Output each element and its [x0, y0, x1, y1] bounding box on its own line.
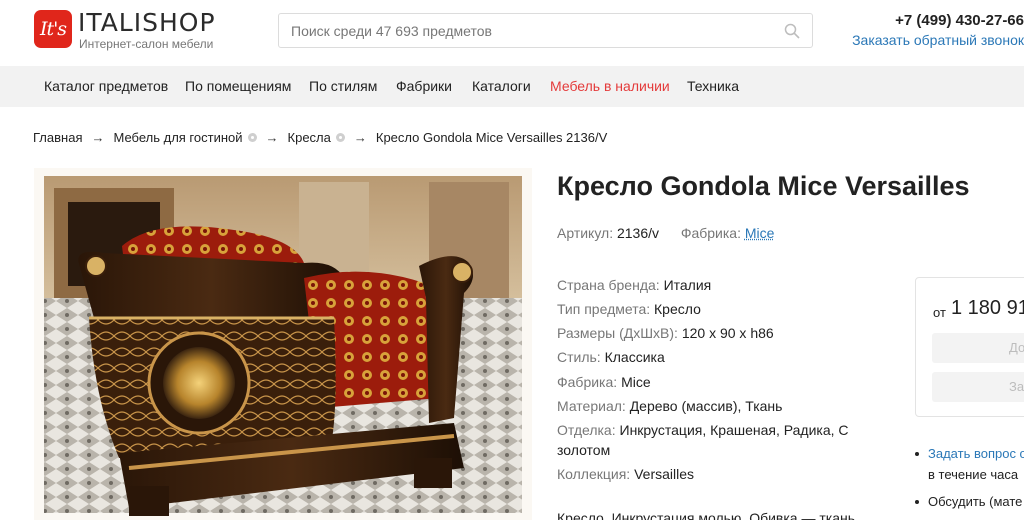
bullet-icon	[915, 500, 919, 504]
property-key: Размеры (ДхШхВ):	[557, 325, 678, 341]
product-image[interactable]	[34, 168, 532, 520]
article-value: 2136/v	[617, 225, 659, 241]
breadcrumb-living-room[interactable]: Мебель для гостиной	[113, 130, 242, 145]
property-row: Отделка: Инкрустация, Крашеная, Радика, …	[557, 422, 849, 438]
property-key: Стиль:	[557, 349, 601, 365]
search-icon[interactable]	[784, 23, 800, 39]
logo-mark[interactable]: It's	[34, 10, 72, 48]
order-button[interactable]: Заказать	[932, 372, 1024, 402]
property-row: Страна бренда: Италия	[557, 277, 711, 293]
property-value: Кресло	[654, 301, 701, 317]
phone-number[interactable]: +7 (499) 430-27-66	[895, 12, 1024, 29]
price-value: 1 180 910	[951, 297, 1024, 320]
nav-item-catalog[interactable]: Каталог предметов	[44, 78, 168, 94]
breadcrumb-separator: →	[266, 130, 279, 145]
product-description: Кресло. Инкрустация молью. Обивка — ткан…	[557, 510, 855, 520]
chevron-down-icon[interactable]	[336, 133, 345, 142]
property-key: Фабрика:	[557, 374, 617, 390]
nav-item-catalogs[interactable]: Каталоги	[472, 78, 531, 94]
nav-item-rooms[interactable]: По помещениям	[185, 78, 291, 94]
ask-question-link[interactable]: Задать вопрос о	[928, 446, 1024, 461]
property-row: Материал: Дерево (массив), Ткань	[557, 398, 782, 414]
factory-label: Фабрика:	[681, 225, 741, 241]
logo-subtitle: Интернет-салон мебели	[79, 37, 213, 51]
property-row: Тип предмета: Кресло	[557, 301, 701, 317]
price-from-label: от	[933, 305, 946, 320]
breadcrumb: Главная → Мебель для гостиной → Кресла →…	[33, 130, 607, 145]
property-value-continued: золотом	[557, 442, 610, 458]
breadcrumb-home[interactable]: Главная	[33, 130, 82, 145]
property-value: 120 x 90 x h86	[682, 325, 774, 341]
property-value: золотом	[557, 442, 610, 458]
property-key: Страна бренда:	[557, 277, 660, 293]
property-key: Коллекция:	[557, 466, 630, 482]
property-row: Размеры (ДхШхВ): 120 x 90 x h86	[557, 325, 774, 341]
site-header: It's ITALISHOP Интернет-салон мебели +7 …	[0, 0, 1024, 66]
price-box: от 1 180 910 Добавить Заказать	[915, 277, 1024, 417]
property-row: Коллекция: Versailles	[557, 466, 694, 482]
discuss-link[interactable]: Обсудить (мате	[928, 494, 1022, 509]
page-title: Кресло Gondola Mice Versailles	[557, 171, 970, 202]
property-value: Дерево (массив), Ткань	[630, 398, 783, 414]
article-label: Артикул:	[557, 225, 613, 241]
logo-name[interactable]: ITALISHOP	[78, 8, 216, 37]
ask-question-note: в течение часа	[928, 467, 1018, 482]
armchair-image	[34, 168, 532, 520]
nav-item-appliances[interactable]: Техника	[687, 78, 739, 94]
property-row: Фабрика: Mice	[557, 374, 651, 390]
breadcrumb-armchairs[interactable]: Кресла	[288, 130, 331, 145]
property-value: Mice	[621, 374, 651, 390]
breadcrumb-separator: →	[91, 130, 104, 145]
bullet-icon	[915, 452, 919, 456]
property-key: Материал:	[557, 398, 626, 414]
search-input[interactable]	[291, 14, 771, 47]
search-box	[278, 13, 813, 48]
property-value: Инкрустация, Крашеная, Радика, С	[620, 422, 849, 438]
property-row: Стиль: Классика	[557, 349, 665, 365]
property-value: Versailles	[634, 466, 694, 482]
property-key: Тип предмета:	[557, 301, 650, 317]
property-value: Италия	[664, 277, 712, 293]
chevron-down-icon[interactable]	[248, 133, 257, 142]
nav-item-factories[interactable]: Фабрики	[396, 78, 452, 94]
property-value: Классика	[605, 349, 665, 365]
breadcrumb-separator: →	[354, 130, 367, 145]
callback-link[interactable]: Заказать обратный звонок	[852, 32, 1024, 48]
add-to-cart-button[interactable]: Добавить	[932, 333, 1024, 363]
product-meta: Артикул: 2136/v Фабрика: Mice	[557, 225, 774, 241]
breadcrumb-current: Кресло Gondola Mice Versailles 2136/V	[376, 130, 607, 145]
nav-item-styles[interactable]: По стилям	[309, 78, 377, 94]
property-key: Отделка:	[557, 422, 616, 438]
nav-item-in-stock[interactable]: Мебель в наличии	[550, 78, 670, 94]
factory-link[interactable]: Mice	[745, 225, 775, 241]
main-nav: Каталог предметов По помещениям По стиля…	[0, 66, 1024, 107]
